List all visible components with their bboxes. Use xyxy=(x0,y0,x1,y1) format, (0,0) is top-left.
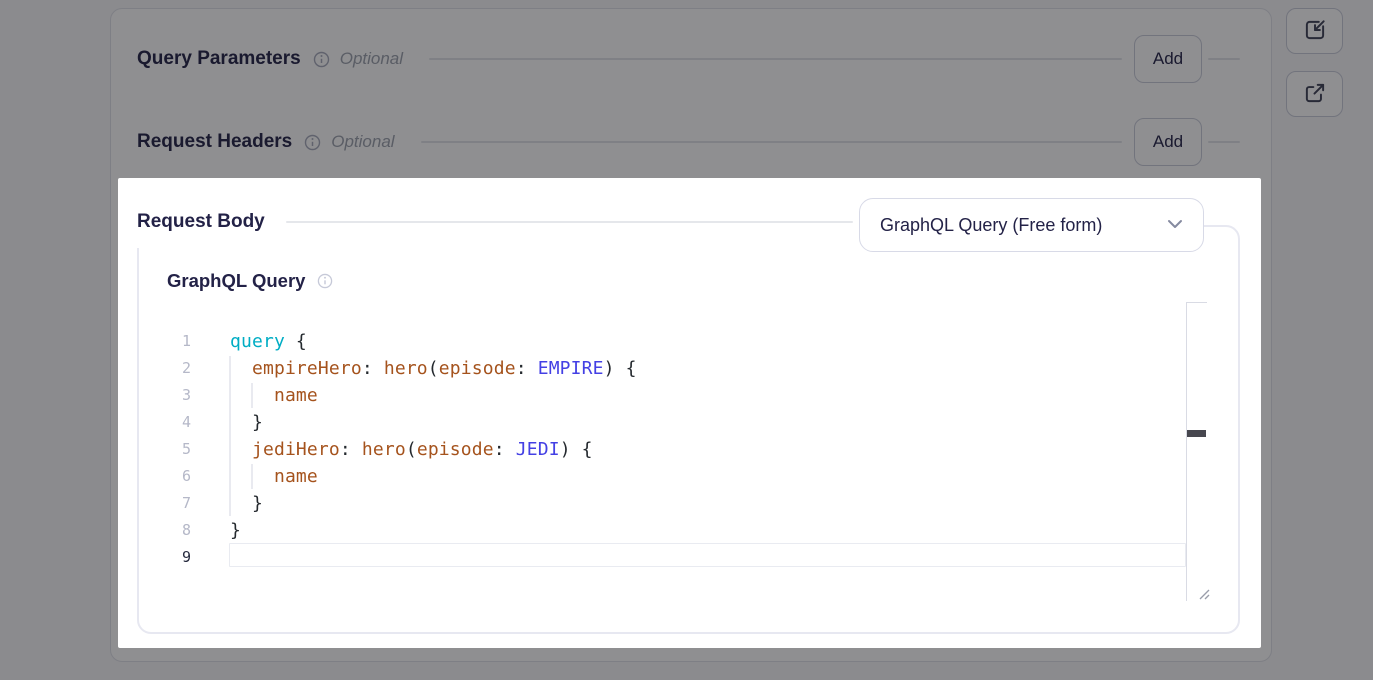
edit-request-button[interactable] xyxy=(1286,8,1343,54)
request-headers-title: Request Headers xyxy=(137,131,292,153)
code-line[interactable]: } xyxy=(230,409,637,436)
editor-scrollbar-track xyxy=(1186,302,1207,601)
code-token: { xyxy=(285,331,307,352)
line-number: 7 xyxy=(160,490,191,517)
body-type-dropdown-value: GraphQL Query (Free form) xyxy=(880,215,1167,236)
code-token: : xyxy=(340,439,362,460)
code-token xyxy=(230,385,274,406)
line-number: 5 xyxy=(160,436,191,463)
line-number: 9 xyxy=(160,544,191,571)
open-external-button[interactable] xyxy=(1286,71,1343,117)
request-body-title: Request Body xyxy=(137,211,265,233)
body-type-dropdown[interactable]: GraphQL Query (Free form) xyxy=(859,198,1204,252)
divider xyxy=(1208,141,1240,143)
info-icon[interactable] xyxy=(317,273,333,289)
editor-gutter: 123456789 xyxy=(160,328,191,571)
code-token xyxy=(230,466,274,487)
code-token: name xyxy=(274,385,318,406)
code-token: } xyxy=(230,520,241,541)
request-headers-row: Request Headers Optional Add xyxy=(137,118,1240,166)
line-number: 3 xyxy=(160,382,191,409)
chevron-down-icon xyxy=(1167,216,1183,234)
code-line[interactable]: name xyxy=(230,463,637,490)
code-token: ( xyxy=(428,358,439,379)
code-token: hero xyxy=(384,358,428,379)
divider xyxy=(1208,58,1240,60)
code-line[interactable]: } xyxy=(230,490,637,517)
query-parameters-row: Query Parameters Optional Add xyxy=(137,35,1240,83)
code-token: : xyxy=(494,439,516,460)
arrow-square-out-icon xyxy=(1302,80,1328,109)
line-number: 1 xyxy=(160,328,191,355)
divider xyxy=(429,58,1122,60)
code-token: ) { xyxy=(604,358,637,379)
optional-label: Optional xyxy=(331,132,394,152)
code-line[interactable]: empireHero: hero(episode: EMPIRE) { xyxy=(230,355,637,382)
info-icon[interactable] xyxy=(313,51,330,68)
code-token: hero xyxy=(362,439,406,460)
divider xyxy=(286,221,853,223)
code-token: episode xyxy=(417,439,494,460)
code-token: query xyxy=(230,331,285,352)
code-token: episode xyxy=(439,358,516,379)
code-line[interactable] xyxy=(230,544,637,571)
code-token xyxy=(230,358,252,379)
request-body-header: Request Body xyxy=(137,206,853,238)
code-line[interactable]: jediHero: hero(episode: JEDI) { xyxy=(230,436,637,463)
resize-grip-icon[interactable] xyxy=(1194,584,1210,605)
code-token: empireHero xyxy=(252,358,362,379)
editor-scrollbar-thumb[interactable] xyxy=(1187,430,1206,437)
code-token: : xyxy=(516,358,538,379)
optional-label: Optional xyxy=(340,49,403,69)
info-icon[interactable] xyxy=(304,134,321,151)
code-token: : xyxy=(362,358,384,379)
line-number: 6 xyxy=(160,463,191,490)
query-parameters-title: Query Parameters xyxy=(137,48,301,70)
editor-code[interactable]: query { empireHero: hero(episode: EMPIRE… xyxy=(230,328,637,571)
code-token: jediHero xyxy=(252,439,340,460)
graphql-query-label-row: GraphQL Query xyxy=(167,270,333,292)
code-line[interactable]: name xyxy=(230,382,637,409)
line-number: 2 xyxy=(160,355,191,382)
code-token: } xyxy=(230,493,263,514)
code-token: } xyxy=(230,412,263,433)
page: Query Parameters Optional Add Request He… xyxy=(0,0,1373,680)
code-token: JEDI xyxy=(516,439,560,460)
arrow-square-in-icon xyxy=(1302,17,1328,46)
code-token xyxy=(230,439,252,460)
code-token: ) { xyxy=(560,439,593,460)
code-line[interactable]: query { xyxy=(230,328,637,355)
code-token: EMPIRE xyxy=(538,358,604,379)
add-request-header-button[interactable]: Add xyxy=(1134,118,1202,166)
add-query-parameter-button[interactable]: Add xyxy=(1134,35,1202,83)
line-number: 4 xyxy=(160,409,191,436)
divider xyxy=(421,141,1122,143)
code-token: name xyxy=(274,466,318,487)
code-token: ( xyxy=(406,439,417,460)
line-number: 8 xyxy=(160,517,191,544)
code-line[interactable]: } xyxy=(230,517,637,544)
graphql-query-label: GraphQL Query xyxy=(167,270,305,292)
